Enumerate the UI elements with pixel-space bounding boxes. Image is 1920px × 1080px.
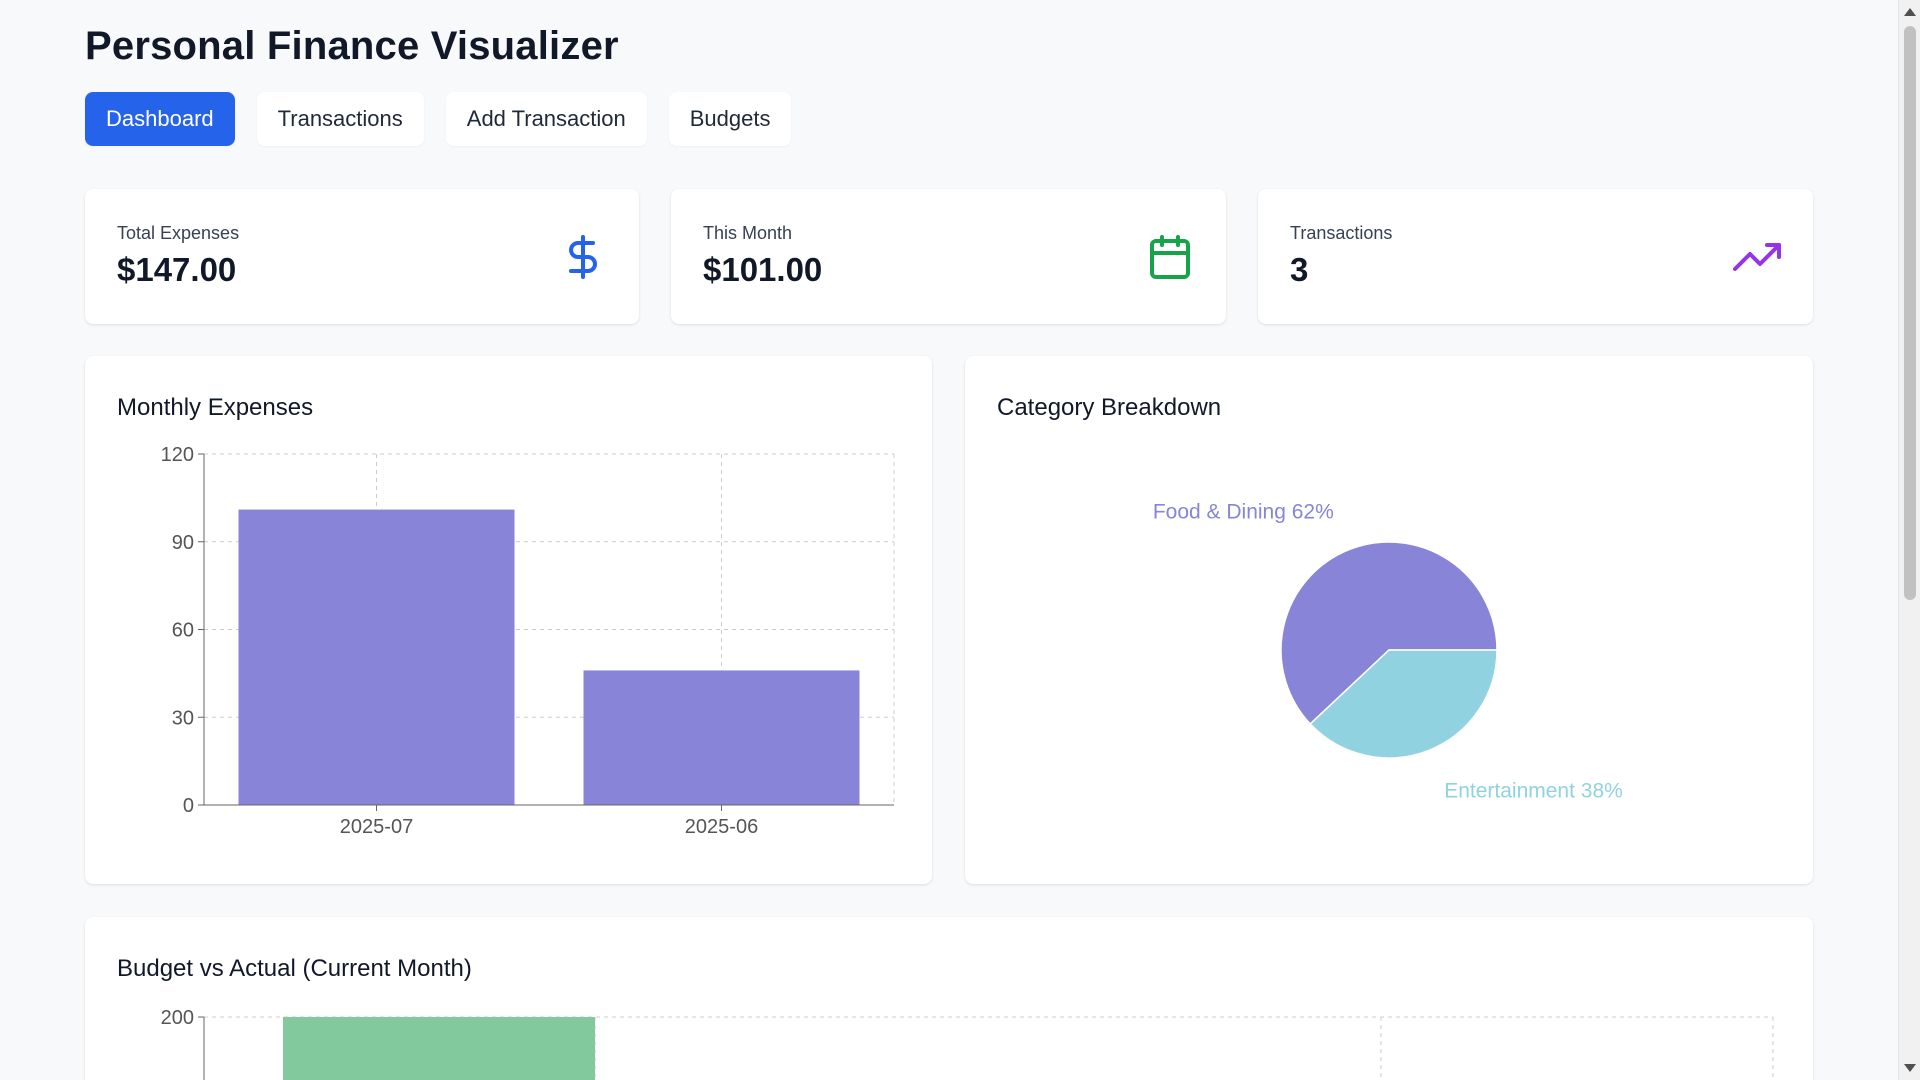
bar-2025-06 (583, 670, 860, 805)
stat-value: $101.00 (703, 251, 823, 288)
stat-value: $147.00 (117, 251, 237, 288)
y-tick-label: 60 (172, 620, 194, 642)
y-tick-label: 0 (183, 795, 194, 817)
tab-add-transaction[interactable]: Add Transaction (445, 92, 647, 146)
trending-up-icon (1733, 243, 1781, 271)
stat-label: Transactions (1290, 223, 1393, 243)
x-tick-label: 2025-06 (685, 816, 758, 838)
scroll-up-arrow-icon[interactable] (1904, 8, 1916, 16)
category-breakdown-card: Category Breakdown Food & Dining 62% Ente… (965, 356, 1813, 884)
y-tick-label: 30 (172, 707, 194, 729)
scroll-thumb[interactable] (1904, 26, 1916, 600)
bar-2025-07 (238, 509, 515, 805)
y-tick-label: 120 (161, 444, 194, 466)
tab-dashboard[interactable]: Dashboard (85, 92, 235, 146)
budget-vs-actual-chart: 200 (161, 1007, 1774, 1080)
bar-budget (283, 1017, 595, 1080)
stat-card-total-expenses: Total Expenses $147.00 (85, 189, 639, 324)
stat-label: This Month (703, 223, 793, 243)
page-title: Personal Finance Visualizer (85, 24, 619, 68)
scroll-down-arrow-icon[interactable] (1904, 1064, 1916, 1072)
budget-vs-actual-card: Budget vs Actual (Current Month) 200 (85, 917, 1813, 1080)
stat-card-transactions: Transactions 3 (1258, 189, 1813, 324)
pie-slice-label: Food & Dining 62% (1153, 501, 1334, 524)
stat-card-this-month: This Month $101.00 (671, 189, 1226, 324)
tab-budgets[interactable]: Budgets (668, 92, 792, 146)
main-nav: Dashboard Transactions Add Transaction B… (85, 92, 792, 146)
monthly-expenses-card: Monthly Expenses 0 30 60 90 120 2025-07 2025-0… (85, 356, 932, 884)
x-tick-label: 2025-07 (340, 816, 413, 838)
y-tick-label: 200 (161, 1007, 194, 1029)
stat-value: 3 (1290, 251, 1309, 288)
calendar-icon (1150, 235, 1190, 279)
y-tick-label: 90 (172, 532, 194, 554)
tab-transactions[interactable]: Transactions (256, 92, 424, 146)
dollar-icon (569, 235, 597, 279)
stat-label: Total Expenses (117, 223, 240, 243)
scrollbar[interactable] (1898, 0, 1920, 1080)
monthly-expenses-chart: 0 30 60 90 120 2025-07 2025-06 (161, 444, 895, 838)
category-breakdown-chart: Food & Dining 62% Entertainment 38% (1153, 501, 1623, 803)
pie-slice-label: Entertainment 38% (1444, 779, 1623, 802)
